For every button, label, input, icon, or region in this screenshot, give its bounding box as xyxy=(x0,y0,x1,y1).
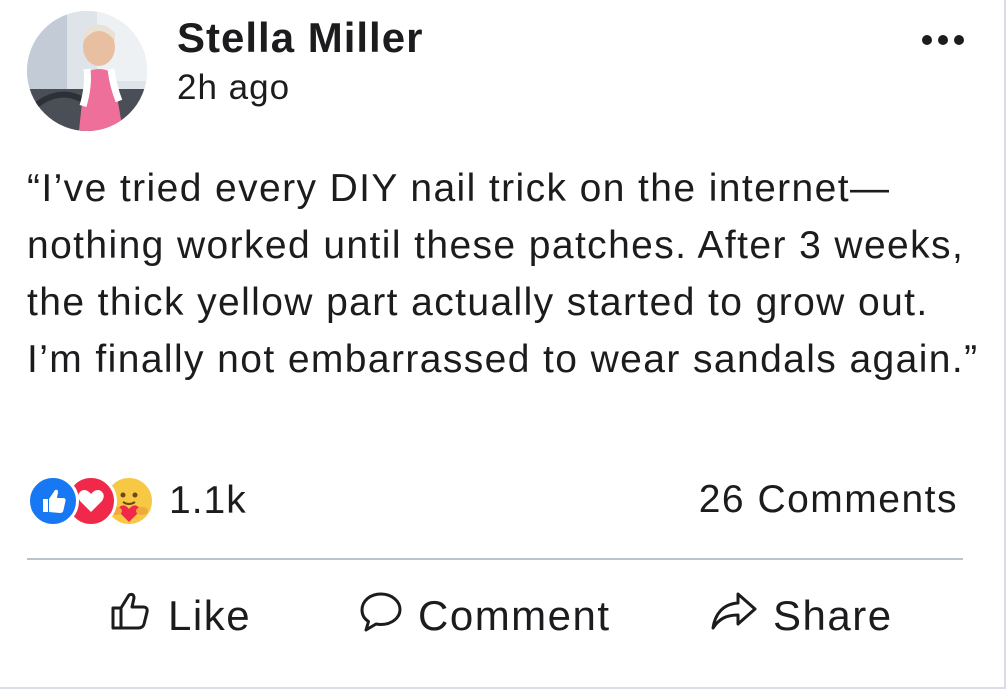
like-button[interactable]: Like xyxy=(108,580,251,652)
like-label: Like xyxy=(168,592,252,639)
avatar[interactable] xyxy=(27,11,147,131)
reaction-count: 1.1k xyxy=(169,479,247,522)
author-name[interactable]: Stella Miller xyxy=(177,14,423,62)
share-label: Share xyxy=(773,592,893,639)
more-options-icon[interactable] xyxy=(920,30,966,50)
action-bar: Like Comment Share xyxy=(0,580,1006,652)
comments-count-link[interactable]: 26 Comments xyxy=(699,478,958,522)
post-card: Stella Miller 2h ago “I’ve tried every D… xyxy=(0,0,1006,689)
comment-button[interactable]: Comment xyxy=(358,580,611,652)
comment-label: Comment xyxy=(418,592,611,639)
reaction-summary[interactable]: 1.1k xyxy=(27,474,247,528)
speech-bubble-icon xyxy=(358,588,404,644)
post-text: “I’ve tried every DIY nail trick on the … xyxy=(27,167,979,381)
like-reaction-icon xyxy=(27,475,79,527)
divider xyxy=(27,558,963,560)
thumbs-up-icon xyxy=(108,588,154,644)
share-arrow-icon xyxy=(709,588,759,644)
post-timestamp[interactable]: 2h ago xyxy=(177,68,290,108)
share-button[interactable]: Share xyxy=(709,580,893,652)
